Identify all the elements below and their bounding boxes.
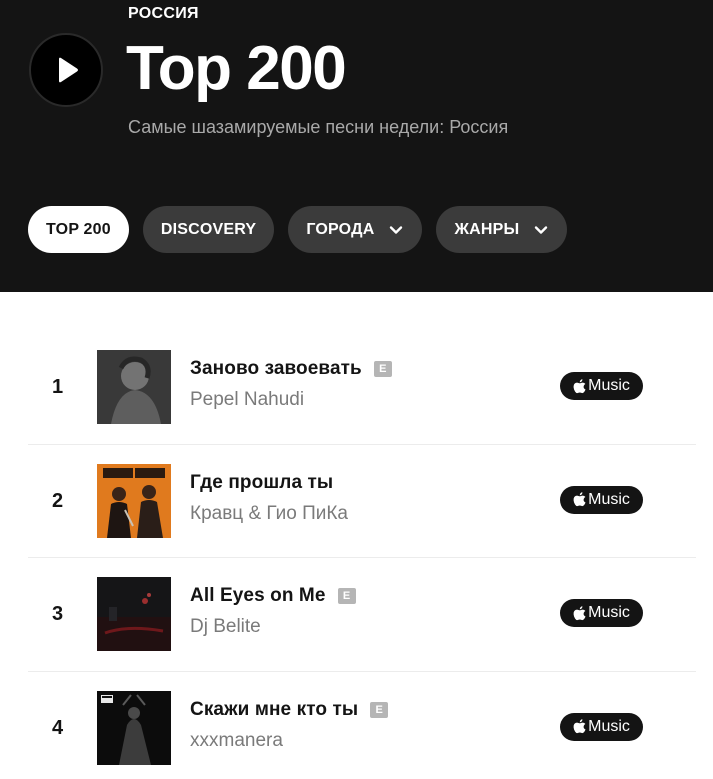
chart-header: РОССИЯ Top 200 Самые шазамируемые песни …: [0, 0, 713, 292]
play-icon: [59, 57, 78, 83]
tab-label: DISCOVERY: [160, 220, 257, 238]
apple-music-button[interactable]: Music: [560, 372, 643, 400]
track-row[interactable]: 4 Скажи мне кто ты E xxxmanera Music: [28, 672, 696, 779]
track-title-group: Где прошла ты: [190, 472, 333, 494]
album-cover[interactable]: [97, 690, 171, 765]
tab-label: ЖАНРЫ: [454, 220, 520, 238]
apple-music-button[interactable]: Music: [560, 712, 643, 741]
chevron-down-icon: [390, 225, 403, 234]
track-list: 1 Заново завоевать E Pepel Nahudi Music …: [28, 331, 696, 779]
page-subtitle: Самые шазамируемые песни недели: Россия: [128, 117, 509, 137]
track-title[interactable]: Где прошла ты: [190, 472, 333, 494]
tab-genres-dropdown[interactable]: ЖАНРЫ: [436, 206, 568, 253]
track-artist[interactable]: Dj Belite: [190, 616, 261, 638]
apple-icon: [573, 378, 586, 393]
tab-label: ГОРОДА: [306, 220, 375, 238]
explicit-badge: E: [337, 588, 356, 604]
apple-icon: [573, 719, 586, 734]
tab-cities-dropdown[interactable]: ГОРОДА: [288, 206, 423, 253]
track-rank: 2: [52, 489, 64, 512]
track-rank: 1: [52, 376, 64, 398]
apple-music-button[interactable]: Music: [560, 485, 643, 514]
chevron-down-icon: [535, 225, 548, 234]
track-row[interactable]: 2 Где прошла ты Кравц & Гио ПиКа Music: [28, 445, 696, 558]
apple-music-button[interactable]: Music: [560, 599, 643, 627]
apple-music-label: Music: [588, 377, 630, 394]
track-title-group: Заново завоевать E: [190, 358, 392, 380]
play-all-button[interactable]: [29, 33, 103, 107]
track-row[interactable]: 3 All Eyes on Me E Dj Belite Music: [28, 558, 696, 672]
album-cover[interactable]: [97, 577, 171, 651]
track-row[interactable]: 1 Заново завоевать E Pepel Nahudi Music: [28, 331, 696, 445]
album-cover[interactable]: [97, 463, 171, 538]
tab-label: TOP 200: [46, 220, 111, 238]
track-title[interactable]: All Eyes on Me: [190, 585, 326, 607]
apple-icon: [573, 492, 586, 507]
chart-tabs: TOP 200 DISCOVERY ГОРОДА ЖАНРЫ: [28, 206, 568, 253]
album-cover[interactable]: [97, 350, 171, 424]
track-artist[interactable]: Pepel Nahudi: [190, 389, 304, 411]
page-title: Top 200: [126, 34, 347, 103]
tab-top-200[interactable]: TOP 200: [28, 206, 129, 253]
track-rank: 4: [52, 716, 64, 739]
tab-discovery[interactable]: DISCOVERY: [142, 206, 275, 253]
explicit-badge: E: [373, 361, 392, 377]
track-title-group: All Eyes on Me E: [190, 585, 356, 607]
track-artist[interactable]: xxxmanera: [190, 730, 283, 752]
explicit-badge: E: [370, 701, 389, 718]
track-artist[interactable]: Кравц & Гио ПиКа: [190, 503, 348, 525]
apple-music-label: Music: [588, 604, 630, 621]
apple-icon: [573, 605, 586, 620]
track-title-group: Скажи мне кто ты E: [190, 699, 389, 721]
track-title[interactable]: Скажи мне кто ты: [190, 699, 358, 721]
apple-music-label: Music: [588, 717, 630, 735]
country-label: РОССИЯ: [128, 5, 199, 22]
track-rank: 3: [52, 603, 64, 625]
track-title[interactable]: Заново завоевать: [190, 358, 362, 380]
apple-music-label: Music: [588, 490, 630, 508]
